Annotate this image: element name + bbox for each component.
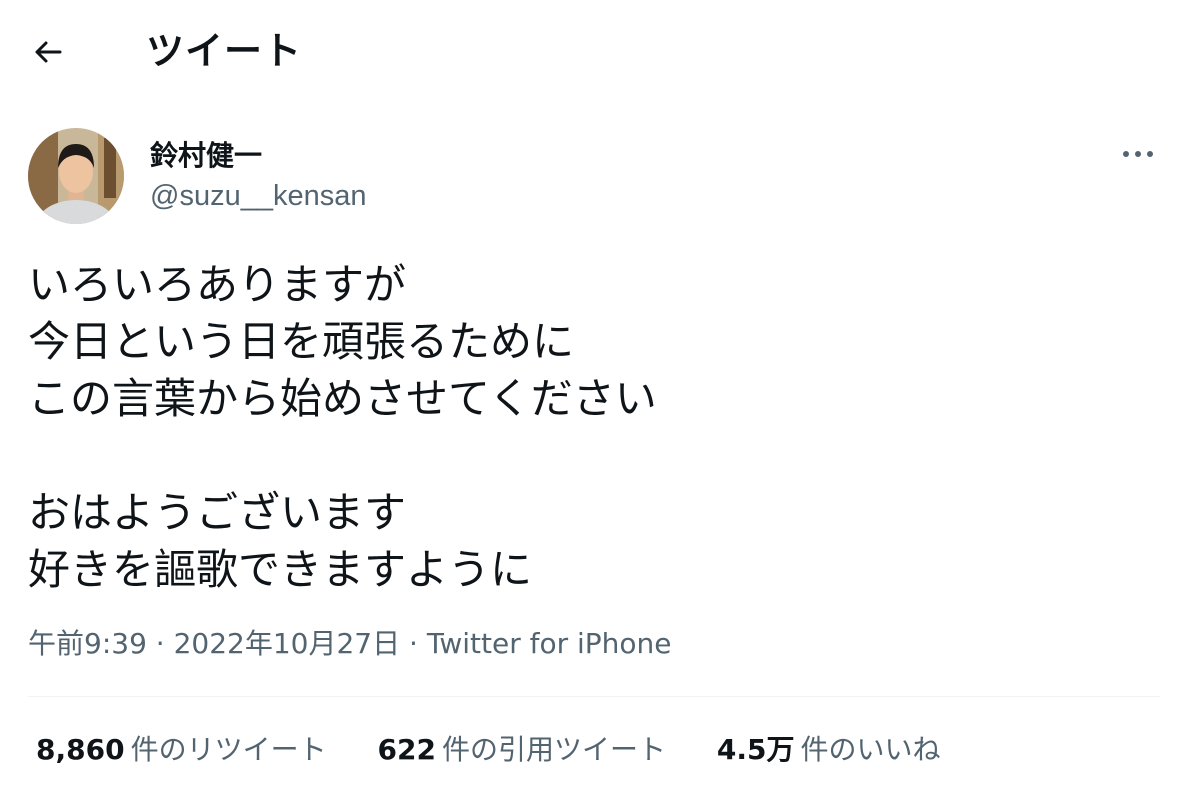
quotes-count: 622 — [377, 733, 436, 766]
page-title: ツイート — [146, 29, 303, 73]
more-horizontal-icon — [1123, 151, 1153, 157]
tweet-metadata: 午前9:39 · 2022年10月27日 · Twitter for iPhon… — [28, 626, 672, 662]
engagement-stats: 8,860 件のリツイート 622 件の引用ツイート 4.5万 件のいいね — [36, 732, 983, 768]
more-options-button[interactable] — [1116, 140, 1160, 168]
tweet-text: いろいろありますが 今日という日を頑張るために この言葉から始めさせてください … — [28, 260, 657, 594]
retweets-label: 件のリツイート — [130, 733, 327, 766]
tweet-date[interactable]: 2022年10月27日 — [174, 627, 401, 660]
quotes-label: 件の引用ツイート — [441, 733, 666, 766]
avatar-photo — [28, 128, 124, 224]
top-header: ツイート — [0, 0, 1188, 100]
tweet-time[interactable]: 午前9:39 — [28, 627, 147, 660]
avatar[interactable] — [28, 128, 124, 224]
retweets-count: 8,860 — [36, 733, 125, 766]
divider — [28, 696, 1160, 697]
meta-separator: · — [409, 627, 418, 660]
meta-separator: · — [155, 627, 165, 660]
likes-stat[interactable]: 4.5万 件のいいね — [717, 732, 941, 768]
quotes-stat[interactable]: 622 件の引用ツイート — [378, 732, 666, 768]
author-handle[interactable]: @suzu__kensan — [150, 178, 366, 214]
likes-label: 件のいいね — [800, 733, 941, 766]
tweet-source[interactable]: Twitter for iPhone — [427, 627, 672, 660]
author-display-name[interactable]: 鈴村健一 — [150, 138, 262, 174]
likes-count: 4.5万 — [716, 733, 795, 766]
retweets-stat[interactable]: 8,860 件のリツイート — [36, 732, 327, 768]
arrow-left-icon — [35, 41, 62, 63]
back-button[interactable] — [28, 32, 68, 72]
